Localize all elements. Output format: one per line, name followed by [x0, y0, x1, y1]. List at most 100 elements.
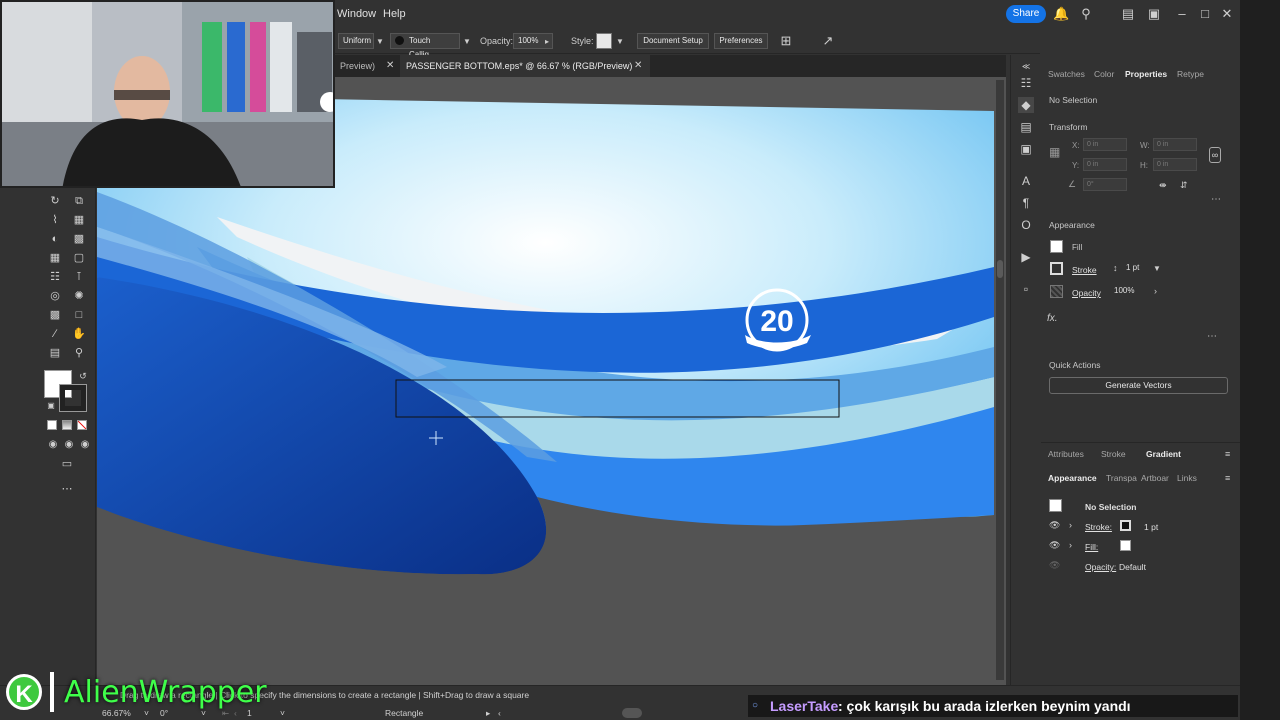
- eyedropper-icon[interactable]: ⊺: [70, 269, 88, 285]
- horizontal-scrollbar[interactable]: [622, 708, 642, 718]
- tab-links[interactable]: Links: [1177, 473, 1197, 483]
- artboards-icon[interactable]: ▤: [1018, 119, 1034, 135]
- blend-tool-icon[interactable]: ◎: [46, 288, 64, 304]
- workspace-icon[interactable]: ▣: [1146, 6, 1162, 22]
- collapse-panels-icon[interactable]: ≪: [1018, 59, 1034, 75]
- visibility-eye-icon[interactable]: 👁: [1049, 520, 1060, 531]
- stroke-weight-field[interactable]: 1 pt: [1123, 262, 1157, 275]
- tab-passenger-bottom[interactable]: PASSENGER BOTTOM.eps* @ 66.67 % (RGB/Pre…: [400, 55, 650, 77]
- artboard-tool-icon[interactable]: □: [70, 307, 88, 323]
- rotate-tool-icon[interactable]: ↻: [46, 193, 64, 209]
- flip-vertical-icon[interactable]: ⇵: [1180, 180, 1188, 191]
- chevron-down-icon[interactable]: ˅: [280, 708, 285, 718]
- minimize-icon[interactable]: –: [1174, 6, 1190, 22]
- fill-swatch-icon[interactable]: [1120, 540, 1131, 551]
- opacity-link[interactable]: Opacity: [1072, 288, 1101, 298]
- expand-chevron-icon[interactable]: ›: [1069, 540, 1072, 550]
- effects-fx-icon[interactable]: fx.: [1047, 313, 1058, 324]
- tab-attributes[interactable]: Attributes: [1048, 449, 1084, 459]
- vertical-scroll-thumb[interactable]: [997, 260, 1003, 278]
- tab-appearance[interactable]: Appearance: [1048, 473, 1097, 483]
- chevron-right-icon[interactable]: ›: [1154, 286, 1157, 296]
- print-tiling-icon[interactable]: ▤: [46, 345, 64, 361]
- gradient-mode-icon[interactable]: [62, 420, 72, 430]
- opacity-field[interactable]: 100%: [1111, 285, 1151, 298]
- chevron-right-icon[interactable]: ▸: [545, 37, 549, 46]
- stroke-link[interactable]: Stroke: [1072, 265, 1097, 275]
- export-icon[interactable]: ↗: [820, 33, 836, 49]
- draw-inside-icon[interactable]: ◉: [76, 437, 94, 453]
- layers-icon[interactable]: ◆: [1018, 97, 1034, 113]
- style-swatch[interactable]: [596, 33, 612, 49]
- tab-transparency[interactable]: Transpa: [1106, 473, 1137, 483]
- symbol-sprayer-icon[interactable]: ✺: [70, 288, 88, 304]
- scale-tool-icon[interactable]: ⧉: [70, 193, 88, 209]
- stroke-swatch-icon[interactable]: [1120, 520, 1131, 531]
- hand-tool-icon[interactable]: ✋: [70, 326, 88, 342]
- share-button[interactable]: Share: [1006, 5, 1046, 23]
- screen-mode-icon[interactable]: ▭: [58, 456, 76, 472]
- more-options-icon[interactable]: ⋯: [1207, 331, 1217, 342]
- document-setup-button[interactable]: Document Setup: [637, 33, 709, 49]
- width-tool-icon[interactable]: ⌇: [46, 212, 64, 228]
- stepper-icon[interactable]: ↕: [1113, 263, 1118, 273]
- live-paint-icon[interactable]: ▩: [70, 231, 88, 247]
- visibility-eye-icon[interactable]: 👁: [1049, 540, 1060, 551]
- generate-vectors-button[interactable]: Generate Vectors: [1049, 377, 1228, 394]
- chevron-left-icon[interactable]: ‹: [498, 708, 501, 718]
- mesh-tool-icon[interactable]: ☷: [46, 269, 64, 285]
- flip-horizontal-icon[interactable]: ⇼: [1159, 180, 1167, 191]
- menu-help[interactable]: Help: [383, 8, 406, 20]
- opacity-row[interactable]: 👁 Opacity: Default: [1041, 556, 1240, 576]
- column-graph-icon[interactable]: ▩: [46, 307, 64, 323]
- fill-label[interactable]: Fill:: [1085, 542, 1098, 552]
- tab-swatches[interactable]: Swatches: [1048, 69, 1085, 79]
- free-transform-icon[interactable]: ▦: [70, 212, 88, 228]
- preferences-button[interactable]: Preferences: [714, 33, 768, 49]
- links-icon[interactable]: ▫: [1018, 281, 1034, 297]
- maximize-icon[interactable]: □: [1197, 6, 1213, 22]
- panel-menu-icon[interactable]: ≡: [1225, 473, 1230, 483]
- more-tools-icon[interactable]: ⋯: [58, 481, 76, 497]
- close-tab-icon[interactable]: ✕: [386, 60, 394, 71]
- align-icon[interactable]: ⊞: [778, 33, 794, 49]
- default-colors-icon[interactable]: ▣: [42, 398, 60, 414]
- zoom-tool-icon[interactable]: ⚲: [70, 345, 88, 361]
- character-icon[interactable]: A: [1018, 173, 1034, 189]
- color-mode-icon[interactable]: [47, 420, 57, 430]
- stroke-color-swatch[interactable]: [1050, 262, 1063, 275]
- more-options-icon[interactable]: ⋯: [1211, 194, 1221, 205]
- arrange-documents-icon[interactable]: ▤: [1120, 6, 1136, 22]
- chevron-down-icon[interactable]: ▼: [616, 37, 624, 46]
- swap-colors-icon[interactable]: ↺: [74, 368, 92, 384]
- chevron-down-icon[interactable]: ▼: [376, 37, 384, 46]
- fill-row[interactable]: 👁 › Fill:: [1041, 536, 1240, 556]
- visibility-eye-icon[interactable]: 👁: [1049, 560, 1060, 571]
- search-icon[interactable]: ⚲: [1078, 6, 1094, 22]
- perspective-grid-icon[interactable]: ▦: [46, 250, 64, 266]
- vertical-scroll-track[interactable]: [996, 80, 1004, 680]
- h-field[interactable]: 0 in: [1153, 158, 1197, 171]
- x-field[interactable]: 0 in: [1083, 138, 1127, 151]
- close-window-icon[interactable]: ✕: [1219, 6, 1235, 22]
- shape-builder-icon[interactable]: ◐: [46, 231, 64, 247]
- tab-retype[interactable]: Retype: [1177, 69, 1204, 79]
- w-field[interactable]: 0 in: [1153, 138, 1197, 151]
- none-mode-icon[interactable]: [77, 420, 87, 430]
- stroke-swatch[interactable]: [59, 384, 87, 412]
- paragraph-icon[interactable]: ¶: [1018, 195, 1034, 211]
- reference-point-icon[interactable]: ▦: [1049, 145, 1060, 159]
- chevron-down-icon[interactable]: ▼: [463, 37, 471, 46]
- width-profile-select[interactable]: Uniform: [338, 33, 374, 49]
- opacity-label[interactable]: Opacity:: [1085, 562, 1116, 572]
- angle-field[interactable]: 0°: [1083, 178, 1127, 191]
- asset-export-icon[interactable]: ▣: [1018, 141, 1034, 157]
- stroke-row[interactable]: 👁 › Stroke: 1 pt: [1041, 516, 1240, 536]
- tab-properties[interactable]: Properties: [1125, 69, 1167, 79]
- y-field[interactable]: 0 in: [1083, 158, 1127, 171]
- play-icon[interactable]: ▸: [486, 708, 490, 719]
- tab-stroke[interactable]: Stroke: [1101, 449, 1126, 459]
- stroke-label[interactable]: Stroke:: [1085, 522, 1112, 532]
- close-tab-icon[interactable]: ✕: [634, 60, 642, 71]
- libraries-icon[interactable]: ☷: [1018, 75, 1034, 91]
